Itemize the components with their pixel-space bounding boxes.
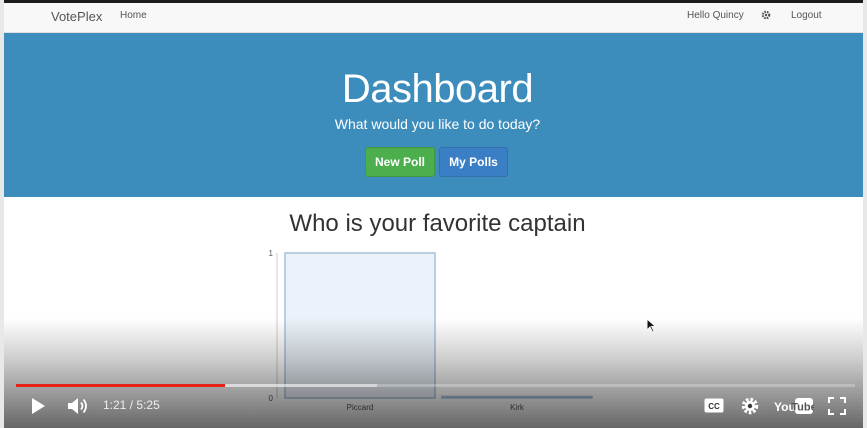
bar-piccard [284, 252, 436, 399]
bar-kirk [441, 395, 593, 399]
progress-bar[interactable] [16, 384, 855, 387]
page-title: Dashboard [341, 67, 534, 111]
svg-text:CC: CC [708, 402, 720, 411]
user-greeting-link[interactable]: Hello Quincy [687, 10, 744, 21]
nav-home-link[interactable]: Home [120, 10, 147, 21]
captions-icon[interactable]: CC [704, 398, 724, 413]
play-icon[interactable] [30, 397, 46, 415]
brand-link[interactable]: VotePlex [51, 9, 102, 24]
settings-icon[interactable] [740, 396, 760, 416]
logout-link[interactable]: Logout [791, 10, 822, 21]
gear-icon[interactable] [760, 8, 772, 22]
navbar: VotePlex Home Hello Quincy Logout [4, 3, 863, 33]
poll-results-chart: 0 1 Piccard Kirk [269, 249, 593, 412]
x-tick-label: Kirk [510, 403, 525, 412]
mouse-cursor [646, 318, 657, 333]
duration: 5:25 [136, 398, 160, 412]
page-subtitle: What would you like to do today? [334, 116, 541, 132]
current-time: 1:21 [103, 398, 127, 412]
y-tick-label: 0 [269, 394, 274, 403]
volume-icon[interactable] [67, 396, 91, 416]
x-tick-label: Piccard [347, 403, 374, 412]
new-poll-button[interactable]: New Poll [365, 147, 435, 177]
progress-played [16, 384, 225, 387]
poll-title: Who is your favorite captain [289, 210, 586, 237]
time-separator: / [129, 398, 134, 412]
dashboard-header: Dashboard What would you like to do toda… [4, 33, 863, 197]
my-polls-button[interactable]: My Polls [439, 147, 508, 177]
time-display: 1:21 / 5:25 [103, 398, 160, 412]
video-frame: VotePlex Home Hello Quincy Logout Dashbo… [0, 0, 867, 428]
svg-text:Tube: Tube [791, 402, 814, 414]
youtube-logo[interactable]: You Tube [774, 397, 814, 415]
y-tick-label: 1 [269, 249, 274, 258]
fullscreen-icon[interactable] [828, 397, 846, 415]
